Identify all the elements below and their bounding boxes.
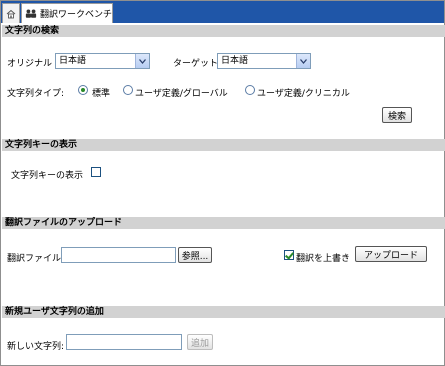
section-header-add-string: 新規ユーザ文字列の追加 [2, 306, 445, 318]
radio-user-clinical-label: ユーザ定義/クリニカル [257, 89, 350, 99]
radio-user-global-label: ユーザ定義/グローバル [135, 89, 228, 99]
overwrite-checkbox[interactable] [284, 250, 294, 260]
workbench-window: 翻訳ワークベンチ 文字列の検索 オリジナル 日本語 ターゲット 日本語 文字列タ… [0, 0, 445, 366]
search-button[interactable]: 検索 [382, 107, 412, 123]
radio-standard-label: 標準 [92, 89, 111, 99]
tab-bar: 翻訳ワークベンチ [1, 1, 444, 23]
home-icon [6, 9, 16, 18]
section-header-keys: 文字列キーの表示 [2, 139, 445, 151]
upload-button[interactable]: アップロード [355, 246, 427, 262]
radio-user-clinical[interactable] [245, 85, 255, 95]
string-type-label: 文字列タイプ: [7, 89, 65, 99]
section-header-search: 文字列の検索 [2, 25, 445, 37]
browse-button[interactable]: 参照... [178, 247, 212, 263]
new-string-input[interactable] [66, 334, 182, 350]
radio-standard[interactable] [78, 85, 88, 95]
chevron-down-icon [296, 54, 310, 68]
add-button[interactable]: 追加 [187, 334, 213, 350]
translation-file-label: 翻訳ファイル [7, 254, 62, 264]
radio-user-global[interactable] [123, 85, 133, 95]
overwrite-label: 翻訳を上書き [296, 254, 351, 264]
original-language-select[interactable]: 日本語 [55, 53, 150, 69]
tab-home[interactable] [2, 3, 20, 23]
original-language-value: 日本語 [59, 56, 87, 66]
target-label: ターゲット [173, 59, 219, 69]
show-keys-checkbox[interactable] [91, 167, 101, 177]
show-keys-label: 文字列キーの表示 [11, 171, 84, 181]
target-language-select[interactable]: 日本語 [217, 53, 311, 69]
users-icon [25, 9, 37, 18]
section-header-upload: 翻訳ファイルのアップロード [2, 217, 445, 229]
chevron-down-icon [135, 54, 149, 68]
original-label: オリジナル [7, 59, 53, 69]
tab-translation-workbench[interactable]: 翻訳ワークベンチ [21, 3, 113, 23]
translation-file-input[interactable] [61, 247, 176, 263]
tab-label: 翻訳ワークベンチ [39, 10, 112, 20]
new-string-label: 新しい文字列: [7, 342, 65, 352]
target-language-value: 日本語 [221, 56, 249, 66]
